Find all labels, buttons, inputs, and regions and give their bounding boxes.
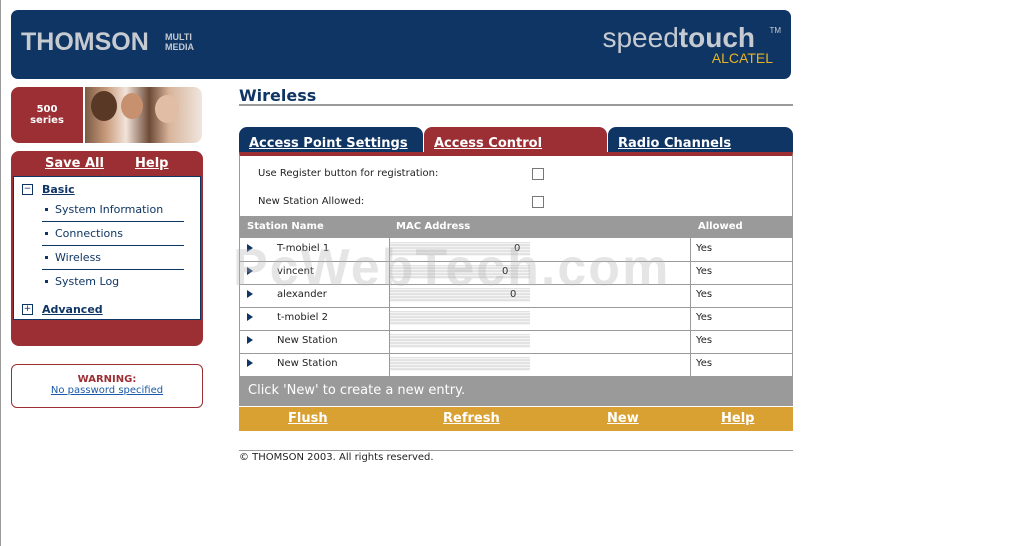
row-arrow-icon[interactable] [247,244,253,252]
nav-basic[interactable]: Basic [42,183,75,196]
mac-address-text: 0 [502,266,509,277]
new-station-allowed-label: New Station Allowed: [258,196,365,207]
new-station-allowed-checkbox[interactable] [532,196,544,208]
mac-address-text: 0 [514,243,521,254]
title-divider [239,104,793,106]
trademark-mark: TM [769,26,781,35]
copyright-text: © THOMSON 2003. All rights reserved. [239,452,434,463]
column-header: MAC Address [396,221,471,232]
table-header: Station Name MAC Address Allowed [240,216,792,238]
station-name: T-mobiel 1 [277,243,330,254]
allowed-value: Yes [696,289,713,300]
column-divider [389,216,390,376]
mac-address [390,355,690,373]
hint-text: Click 'New' to create a new entry. [248,383,466,398]
nav-advanced[interactable]: Advanced [42,303,103,316]
column-header: Station Name [247,221,324,232]
thomson-logo: THOMSON [21,28,149,56]
bullet-icon [45,279,48,283]
column-divider [690,216,691,376]
table-row[interactable]: t-mobiel 2 Yes [240,307,792,331]
table-row[interactable]: T-mobiel 1 0 Yes [240,238,792,262]
series-badge: 500 series [11,87,83,143]
allowed-value: Yes [696,312,713,323]
header-banner: THOMSON MULTI MEDIA speedtouch TM ALCATE… [11,10,791,79]
allowed-value: Yes [696,335,713,346]
expand-icon[interactable]: + [22,304,33,315]
nav-item-label: Wireless [55,251,102,264]
allowed-value: Yes [696,243,713,254]
action-bar: Flush Refresh New Help [239,407,793,431]
series-label: series [30,115,64,126]
register-button-checkbox[interactable] [532,168,544,180]
column-header: Allowed [698,221,743,232]
row-arrow-icon[interactable] [247,267,253,275]
station-name: vincent [277,266,314,277]
nav-item-system-information[interactable]: System Information [42,199,184,222]
bullet-icon [45,207,48,211]
row-arrow-icon[interactable] [247,336,253,344]
register-button-label: Use Register button for registration: [258,168,439,179]
page-title: Wireless [239,86,317,105]
nav-item-system-log[interactable]: System Log [42,271,184,293]
speedtouch-logo-bold: touch [678,22,755,53]
nav-item-connections[interactable]: Connections [42,223,184,246]
mac-address [390,332,690,350]
series-number: 500 [36,104,58,115]
nav-item-wireless[interactable]: Wireless [42,247,184,270]
row-arrow-icon[interactable] [247,290,253,298]
row-arrow-icon[interactable] [247,359,253,367]
mac-address [390,309,690,327]
no-password-link[interactable]: No password specified [12,385,202,396]
row-arrow-icon[interactable] [247,313,253,321]
warning-box: WARNING: No password specified [11,364,203,408]
bullet-icon [45,255,48,259]
mac-address: 0 [390,286,690,304]
mac-address: 0 [390,240,690,258]
mac-address: 0 [390,263,690,281]
table-row[interactable]: vincent 0 Yes [240,261,792,285]
station-name: New Station [277,335,338,346]
station-name: New Station [277,358,338,369]
table-row[interactable]: New Station Yes [240,330,792,354]
footer-divider [239,450,793,451]
station-name: alexander [277,289,327,300]
help-link[interactable]: Help [135,156,168,171]
nav-item-label: System Information [55,203,164,216]
nav-menu: − Basic System Information Connections W… [13,176,201,320]
flush-button[interactable]: Flush [288,411,328,426]
hint-bar: Click 'New' to create a new entry. [240,376,792,406]
table-row[interactable]: New Station Yes [240,353,792,376]
refresh-button[interactable]: Refresh [443,411,500,426]
alcatel-logo: ALCATEL [711,50,773,66]
speedtouch-logo-light: speed [602,22,679,53]
nav-item-label: Connections [55,227,123,240]
save-all-link[interactable]: Save All [45,156,104,171]
warning-title: WARNING: [77,374,137,385]
sidebar-nav: Save All Help − Basic System Information… [11,151,203,346]
allowed-value: Yes [696,266,713,277]
multimedia-logo: MULTI MEDIA [165,32,194,52]
bullet-icon [45,231,48,235]
mac-address-text: 0 [510,289,517,300]
new-button[interactable]: New [607,411,639,426]
people-photo [85,87,202,143]
nav-item-label: System Log [55,275,120,288]
access-control-panel: Use Register button for registration: Ne… [239,152,793,406]
station-name: t-mobiel 2 [277,312,328,323]
table-row[interactable]: alexander 0 Yes [240,284,792,308]
help-button[interactable]: Help [721,411,754,426]
allowed-value: Yes [696,358,713,369]
collapse-icon[interactable]: − [22,184,33,195]
